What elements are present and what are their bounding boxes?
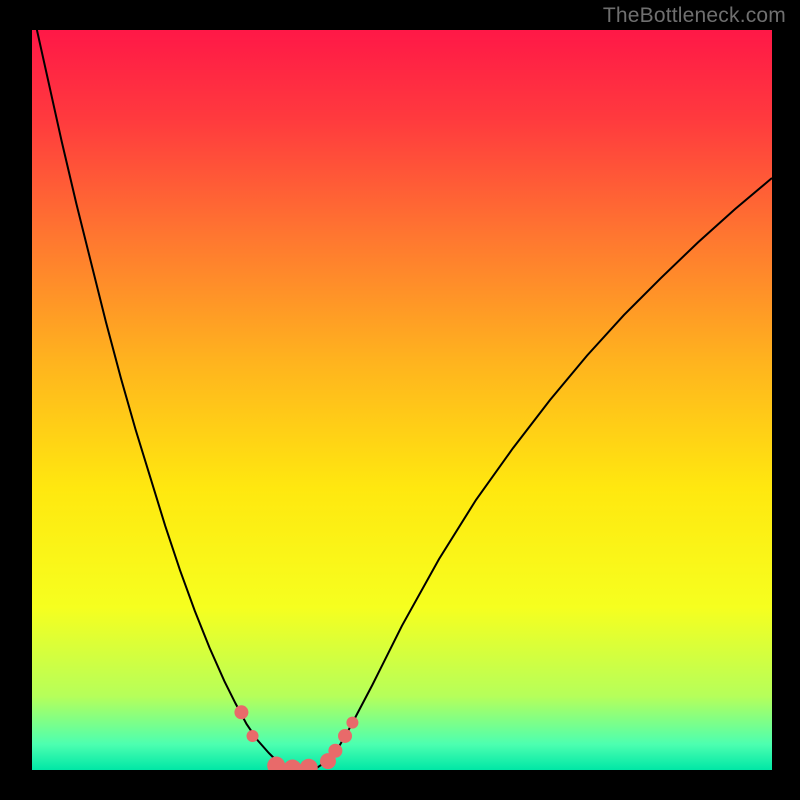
curve-marker bbox=[247, 730, 259, 742]
bottleneck-chart bbox=[0, 0, 800, 800]
curve-marker bbox=[328, 744, 342, 758]
curve-marker bbox=[338, 729, 352, 743]
curve-marker bbox=[267, 757, 285, 775]
curve-marker bbox=[346, 717, 358, 729]
curve-marker bbox=[283, 760, 301, 778]
watermark-text: TheBottleneck.com bbox=[603, 4, 786, 28]
chart-frame: TheBottleneck.com bbox=[0, 0, 800, 800]
curve-marker bbox=[234, 705, 248, 719]
curve-marker bbox=[300, 759, 318, 777]
plot-background bbox=[32, 30, 772, 770]
